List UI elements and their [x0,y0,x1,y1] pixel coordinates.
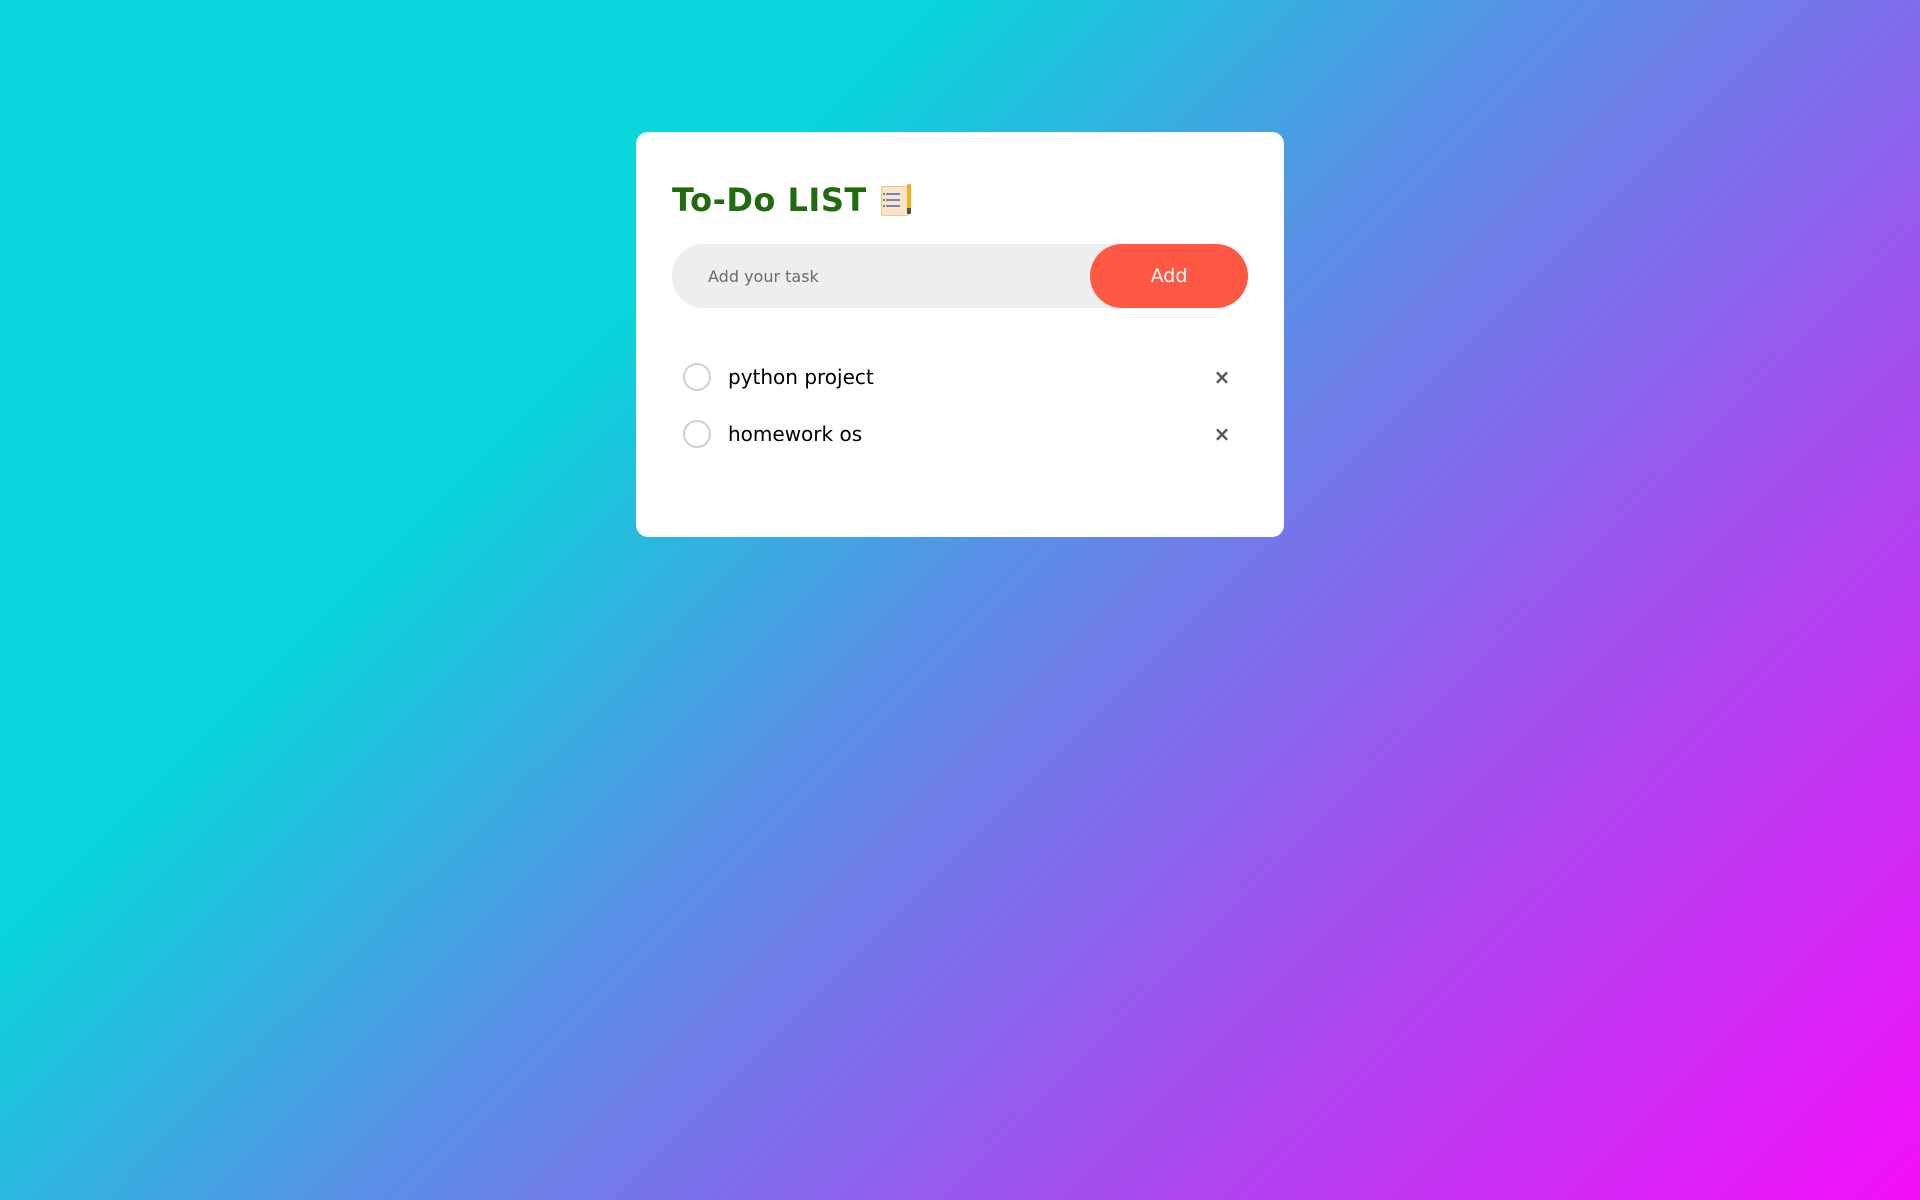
task-checkbox[interactable] [683,362,711,391]
page-title: To-Do LIST [672,181,867,219]
todo-card: To-Do LIST Add python project × homework… [636,132,1284,537]
task-input[interactable] [672,243,1090,309]
delete-task-button[interactable]: × [1210,365,1234,389]
add-task-row: Add [672,243,1248,309]
notepad-icon [880,184,911,216]
header: To-Do LIST [672,176,911,224]
task-list: python project × homework os × [672,348,1248,462]
add-button[interactable]: Add [1090,244,1248,308]
task-item[interactable]: homework os × [672,405,1248,462]
task-text: homework os [728,421,863,446]
task-checkbox[interactable] [683,419,711,448]
task-text: python project [728,364,874,389]
delete-task-button[interactable]: × [1210,422,1234,446]
task-item[interactable]: python project × [672,348,1248,405]
